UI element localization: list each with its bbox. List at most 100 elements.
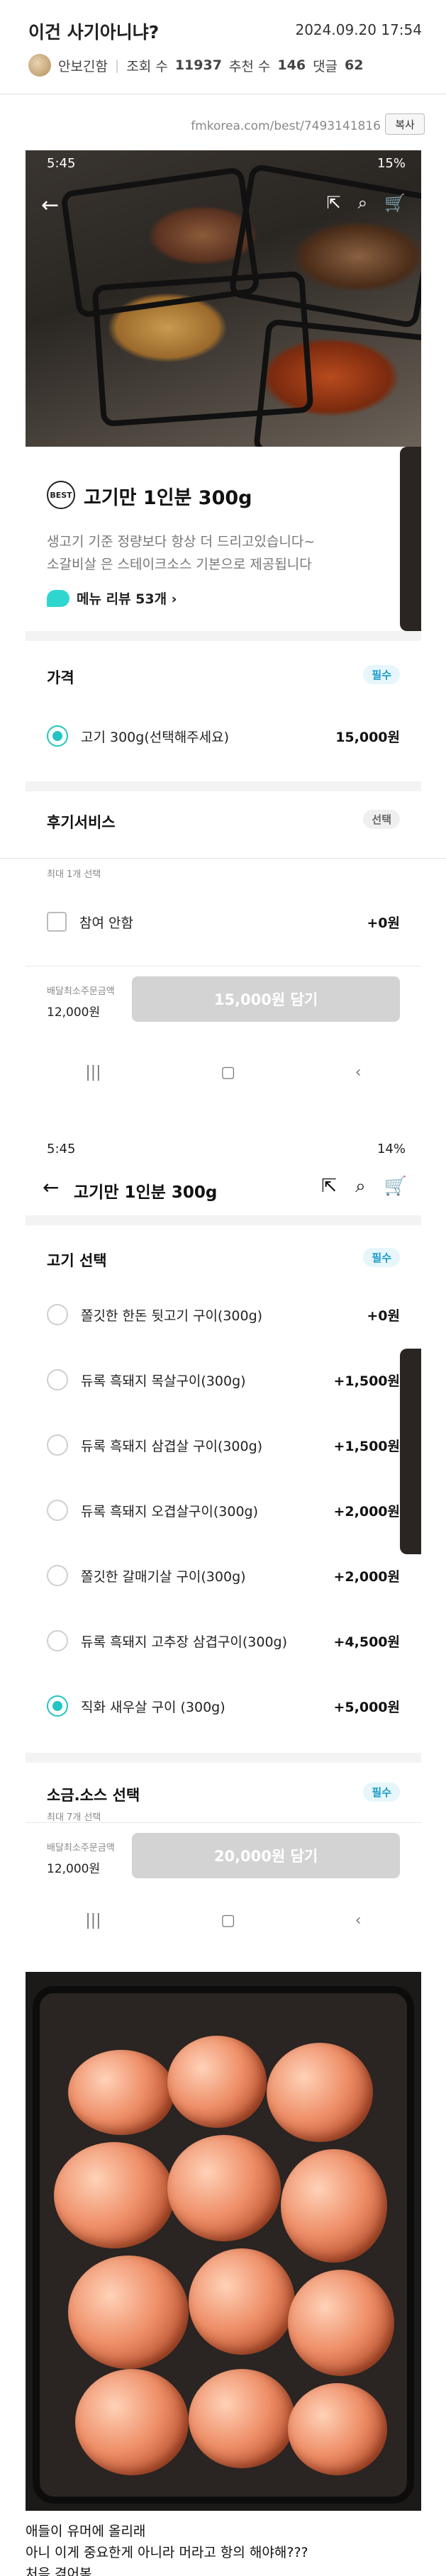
side-photo-peek [400, 447, 421, 631]
option-price: +0원 [367, 915, 400, 931]
add-to-cart-button[interactable]: 15,000원 담기 [132, 976, 400, 1022]
option-price: 15,000원 [335, 729, 400, 745]
meat-option-row[interactable]: 듀록 흑돼지 삼겹살 구이(300g) +1,500원 [47, 1431, 400, 1459]
home-icon[interactable]: ▢ [221, 1064, 235, 1081]
option-label: 듀록 흑돼지 목살구이(300g) [81, 1373, 246, 1389]
option-label: 듀록 흑돼지 오겹살구이(300g) [81, 1503, 259, 1520]
checkbox-option-row[interactable]: 참여 안함 +0원 [47, 908, 400, 936]
photo-toolbar: ⇱ ⌕ 🛒 [327, 193, 406, 213]
side-photo-peek [400, 1349, 421, 1554]
meat-option-row[interactable]: 듀록 흑돼지 목살구이(300g) +1,500원 [47, 1366, 400, 1394]
status-battery: 15% [377, 156, 406, 171]
nav-back-icon[interactable]: ‹ [355, 1912, 362, 1929]
option-price: +2,000원 [333, 1503, 401, 1520]
post-title: 이건 사기아니냐? [28, 22, 160, 43]
price-option-row[interactable]: 고기 300g(선택해주세요) 15,000원 [47, 722, 400, 750]
option-label: 참여 안함 [79, 915, 133, 931]
add-to-cart-button[interactable]: 20,000원 담기 [132, 1833, 400, 1878]
radio-selected[interactable] [47, 1695, 68, 1717]
option-label: 듀록 흑돼지 삼겹살 구이(300g) [81, 1438, 263, 1454]
option-price: +1,500원 [333, 1438, 401, 1454]
option-label: 쫄깃한 갈매기살 구이(300g) [81, 1568, 246, 1585]
search-icon[interactable]: ⌕ [358, 193, 367, 213]
min-order-value: 12,000원 [47, 1005, 101, 1020]
section-gap [26, 631, 421, 641]
copy-url-button[interactable]: 복사 [385, 113, 425, 135]
order-bar: 배달최소주문금액 12,000원 20,000원 담기 [26, 1822, 421, 1893]
screenshot-seam [0, 858, 446, 859]
meat-option-row[interactable]: 듀록 흑돼지 오겹살구이(300g) +2,000원 [47, 1496, 400, 1524]
app-bar-title: 고기만 1인분 300g [74, 1183, 218, 1202]
min-order-label: 배달최소주문금액 [47, 1843, 115, 1853]
option-price: +2,000원 [333, 1568, 401, 1585]
meat-option-row[interactable]: 직화 새우살 구이 (300g) +5,000원 [47, 1692, 400, 1720]
max-select-note: 최대 7개 선택 [47, 1812, 101, 1823]
product-info: BEST 고기만 1인분 300g 생고기 기준 정량보다 항상 더 드리고있습… [26, 447, 421, 631]
menu-review-link[interactable]: 메뉴 리뷰 53개 › [47, 589, 177, 608]
section-gap [26, 1753, 421, 1763]
shrimp-photo [26, 1972, 421, 2511]
option-label: 듀록 흑돼지 고추장 삼겹구이(300g) [81, 1634, 288, 1650]
nav-back-icon[interactable]: ‹ [355, 1064, 362, 1081]
radio-unselected[interactable] [47, 1434, 68, 1456]
post-date: 2024.09.20 17:54 [295, 21, 422, 38]
option-price: +4,500원 [333, 1634, 401, 1650]
app-bar-actions: ⇱ ⌕ 🛒 [321, 1176, 407, 1198]
author-name[interactable]: 안보긴함 [58, 56, 108, 75]
cart-icon[interactable]: 🛒 [384, 193, 406, 213]
required-badge: 필수 [363, 1783, 400, 1802]
section-gap [26, 781, 421, 791]
option-label: 고기 300g(선택해주세요) [81, 729, 230, 745]
description-line: 생고기 기준 정량보다 항상 더 드리고있습니다~ [47, 534, 316, 550]
radio-unselected[interactable] [47, 1500, 68, 1521]
back-arrow-icon[interactable]: ← [43, 1176, 59, 1199]
recent-apps-icon[interactable]: ||| [85, 1064, 101, 1081]
min-order-label: 배달최소주문금액 [47, 986, 115, 997]
radio-unselected[interactable] [47, 1369, 68, 1390]
shrimp [68, 2256, 189, 2369]
meat-option-row[interactable]: 쫄깃한 갈매기살 구이(300g) +2,000원 [47, 1561, 400, 1590]
status-time: 5:45 [47, 156, 76, 171]
option-price: +5,000원 [333, 1699, 401, 1715]
order-bar: 배달최소주문금액 12,000원 15,000원 담기 [26, 966, 421, 1037]
shrimp [54, 2142, 174, 2248]
author-avatar[interactable] [28, 54, 51, 77]
radio-unselected[interactable] [47, 1304, 68, 1325]
body-line: 아니 이게 중요한게 아니라 머라고 항의 해야해??? [26, 2545, 308, 2560]
comments-label: 댓글 [313, 58, 338, 74]
sauce-section-title: 소금.소스 선택 [47, 1787, 140, 1804]
product-name: 고기만 1인분 300g [84, 487, 252, 509]
android-nav-bar: ||| ▢ ‹ [26, 1051, 421, 1093]
shrimp [68, 2050, 174, 2135]
after-service-title: 후기서비스 [47, 814, 116, 831]
checkbox[interactable] [47, 912, 67, 932]
meat-option-row[interactable]: 듀록 흑돼지 고추장 삼겹구이(300g) +4,500원 [47, 1627, 400, 1655]
comments-count[interactable]: 62 [345, 57, 363, 73]
source-url[interactable]: fmkorea.com/best/7493141816 [191, 119, 381, 133]
meta-separator: | [114, 57, 120, 73]
cart-icon[interactable]: 🛒 [384, 1176, 407, 1198]
share-icon[interactable]: ⇱ [327, 193, 341, 213]
option-price: +1,500원 [333, 1373, 401, 1389]
radio-unselected[interactable] [47, 1630, 68, 1651]
radio-unselected[interactable] [47, 1565, 68, 1586]
android-nav-bar: ||| ▢ ‹ [26, 1899, 421, 1941]
required-badge: 필수 [363, 1248, 400, 1267]
section-gap [26, 1215, 421, 1225]
description-line: 소갈비살 은 스테이크소스 기본으로 제공됩니다 [47, 557, 312, 572]
radio-selected[interactable] [47, 725, 68, 747]
search-icon[interactable]: ⌕ [355, 1176, 366, 1198]
body-line: 애들이 유머에 올리래 [26, 2524, 146, 2539]
share-icon[interactable]: ⇱ [321, 1176, 337, 1198]
shrimp [281, 2149, 387, 2263]
shrimp [267, 2043, 373, 2142]
home-icon[interactable]: ▢ [221, 1912, 235, 1929]
best-badge: BEST [47, 481, 75, 509]
recent-apps-icon[interactable]: ||| [85, 1912, 101, 1929]
app-screenshot-1-bottom: 최대 1개 선택 참여 안함 +0원 배달최소주문금액 12,000원 15,0… [26, 859, 421, 1129]
required-badge: 필수 [363, 665, 400, 684]
status-bar: 5:45 15% [26, 150, 421, 179]
back-arrow-icon[interactable]: ← [41, 193, 59, 218]
meat-option-row[interactable]: 쫄깃한 한돈 뒷고기 구이(300g) +0원 [47, 1300, 400, 1329]
optional-badge: 선택 [363, 810, 400, 829]
